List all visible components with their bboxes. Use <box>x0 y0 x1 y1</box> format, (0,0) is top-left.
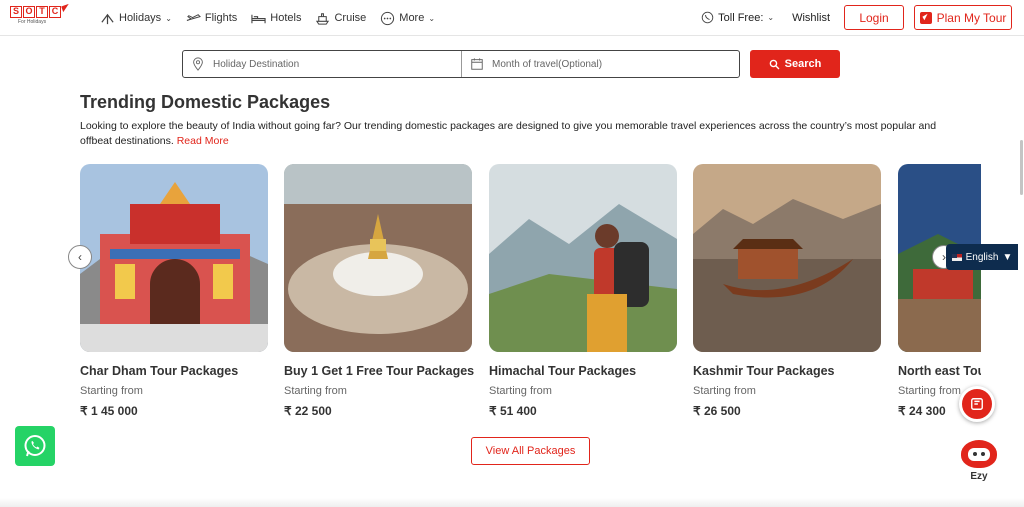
send-icon <box>919 11 932 24</box>
package-card[interactable]: Himachal Tour Packages Starting from ₹ 5… <box>489 164 677 418</box>
sotc-logo[interactable]: S O T C For Holidays <box>10 3 72 30</box>
whatsapp-icon <box>24 435 46 457</box>
more-icon <box>381 11 395 25</box>
location-pin-icon <box>193 57 203 71</box>
nav-holidays[interactable]: Holidays ⌄ <box>100 9 172 27</box>
toll-free-menu[interactable]: Toll Free: ⌄ <box>701 11 774 24</box>
header-actions: Toll Free: ⌄ Wishlist Login Plan My Tour <box>701 5 1012 30</box>
holidays-icon <box>101 13 114 24</box>
package-card[interactable]: Char Dham Tour Packages Starting from ₹ … <box>80 164 268 418</box>
chat-icon <box>971 398 983 410</box>
language-selector[interactable]: English ▼ <box>946 244 1018 270</box>
logo-tagline: For Holidays <box>18 19 47 25</box>
section-description: Looking to explore the beauty of India w… <box>80 120 937 147</box>
caret-down-icon: ▼ <box>1002 251 1013 263</box>
chevron-down-icon: ⌄ <box>767 13 775 22</box>
search-icon <box>769 59 780 69</box>
himachal-image <box>489 164 677 352</box>
whatsapp-button[interactable] <box>15 426 55 466</box>
chevron-down-icon: ⌄ <box>165 13 172 23</box>
destination-input[interactable]: Holiday Destination <box>183 51 462 77</box>
robot-icon <box>961 440 997 468</box>
nav-more[interactable]: More ⌄ <box>380 9 435 27</box>
us-flag-icon <box>951 253 962 261</box>
scrollbar[interactable] <box>1020 140 1023 195</box>
cruise-icon <box>316 12 330 25</box>
phone-icon <box>701 11 714 24</box>
package-card[interactable]: Buy 1 Get 1 Free Tour Packages Starting … <box>284 164 474 418</box>
wishlist-link[interactable]: Wishlist <box>792 12 830 24</box>
chevron-down-icon: ⌄ <box>428 13 436 23</box>
login-button[interactable]: Login <box>844 5 904 30</box>
nav-cruise[interactable]: Cruise <box>315 9 366 27</box>
package-carousel: Char Dham Tour Packages Starting from ₹ … <box>80 164 981 424</box>
nav-hotels[interactable]: Hotels <box>251 9 301 27</box>
main-nav: Holidays ⌄ Flights Hotels Cruise More ⌄ <box>100 9 435 27</box>
section-title: Trending Domestic Packages <box>80 92 331 112</box>
plan-my-tour-button[interactable]: Plan My Tour <box>914 5 1012 30</box>
buy-one-get-one-image <box>284 164 472 352</box>
page-bottom-edge <box>0 498 1024 507</box>
read-more-link[interactable]: Read More <box>177 135 229 147</box>
char-dham-image <box>80 164 268 352</box>
kashmir-image <box>693 164 881 352</box>
bed-icon <box>251 14 266 23</box>
nav-flights[interactable]: Flights <box>186 9 237 27</box>
month-input[interactable]: Month of travel(Optional) <box>462 51 739 77</box>
view-all-packages-button[interactable]: View All Packages <box>471 437 590 465</box>
site-header: S O T C For Holidays Holidays ⌄ Flights … <box>0 0 1024 36</box>
plane-icon <box>186 13 201 21</box>
chat-fab-button[interactable] <box>959 386 995 422</box>
ezy-assistant[interactable]: Ezy <box>958 440 1000 486</box>
package-card[interactable]: Kashmir Tour Packages Starting from ₹ 26… <box>693 164 881 418</box>
search-bar: Holiday Destination Month of travel(Opti… <box>182 50 740 78</box>
chevron-left-icon: ‹ <box>78 250 82 264</box>
calendar-icon <box>471 58 483 70</box>
search-button[interactable]: Search <box>750 50 840 78</box>
package-card[interactable]: North east Tour Packages Starting from ₹… <box>898 164 981 418</box>
carousel-prev-button[interactable]: ‹ <box>68 245 92 269</box>
